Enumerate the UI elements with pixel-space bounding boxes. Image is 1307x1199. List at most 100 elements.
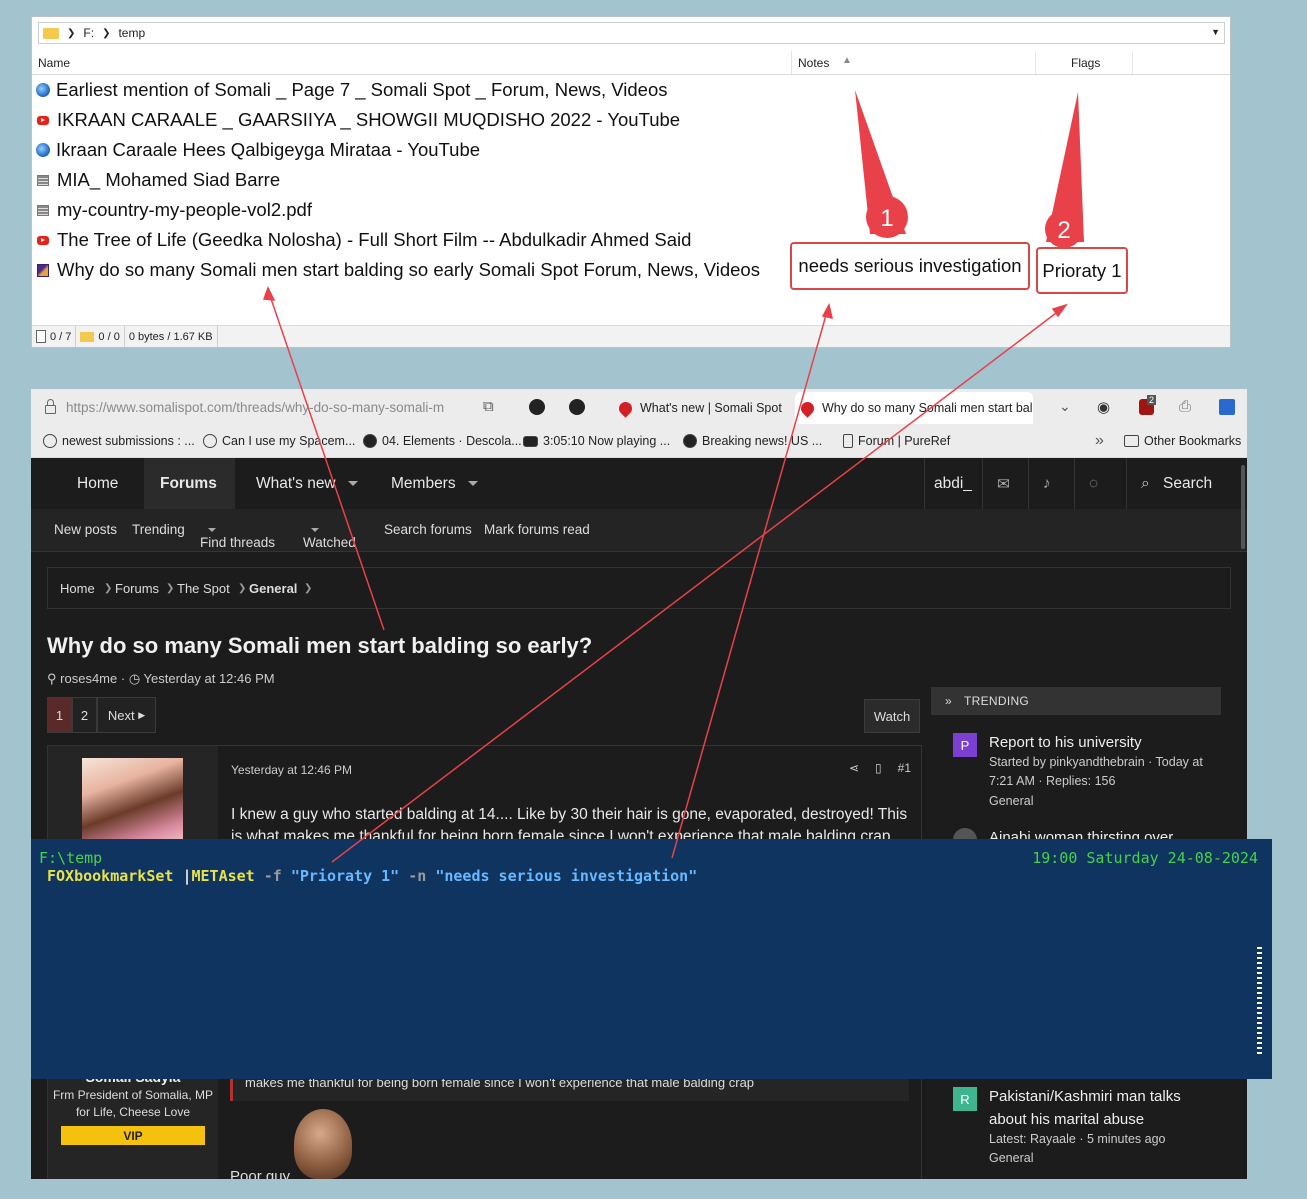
post-number[interactable]: #1 [898, 761, 911, 775]
globe-icon [36, 83, 50, 97]
file-row[interactable]: IKRAAN CARAALE _ GAARSIIYA _ SHOWGII MUQ… [36, 106, 680, 134]
trending-sub: Latest: Rayaale · 5 minutes ago [989, 1132, 1166, 1146]
subnav-find-threads[interactable]: Find threads [200, 522, 275, 550]
bookmark-item[interactable]: Forum | PureRef [843, 434, 950, 448]
terminal-window[interactable]: F:\temp 19:00 Saturday 24-08-2024 FOXboo… [31, 839, 1272, 1079]
video-icon [523, 435, 538, 447]
thread-meta: ⚲ roses4me · ◷ Yesterday at 12:46 PM [47, 671, 275, 686]
breadcrumb-folder[interactable]: temp [118, 26, 145, 40]
dropdown-arrow-icon[interactable]: ▼ [1211, 27, 1220, 37]
pureref-icon [843, 434, 853, 448]
nav-forums[interactable]: Forums [160, 475, 217, 493]
chevron-down-icon[interactable]: ⌄ [1059, 398, 1071, 415]
crumb-home[interactable]: Home [60, 581, 95, 596]
status-bar: 0 / 7 0 / 0 0 bytes / 1.67 KB [32, 325, 1230, 347]
terminal-command[interactable]: FOXbookmarkSet |METAset -f "Prioraty 1" … [47, 867, 697, 885]
terminal-scrollbar[interactable] [1257, 947, 1262, 1057]
folder-icon [80, 331, 95, 342]
nav-user[interactable]: abdi_ [934, 475, 972, 493]
subnav-watched[interactable]: Watched [303, 522, 356, 550]
bookmark-icon[interactable]: ▯ [875, 761, 882, 775]
terminal-path: F:\temp [39, 849, 103, 867]
page-1[interactable]: 1 [47, 697, 72, 733]
caret-down-icon [467, 481, 478, 486]
tab-whats-new[interactable]: What's new | Somali Spot | [613, 392, 785, 424]
github-icon[interactable] [569, 399, 585, 415]
nav-members[interactable]: Members [391, 475, 478, 493]
file-row[interactable]: Earliest mention of Somali _ Page 7 _ So… [36, 76, 668, 104]
trending-title[interactable]: Pakistani/Kashmiri man talks about his m… [989, 1085, 1221, 1131]
trending-forum[interactable]: General [989, 1149, 1221, 1168]
avatar[interactable] [82, 758, 183, 848]
crumb-the-spot[interactable]: The Spot [177, 581, 230, 596]
eye-icon[interactable]: ◉ [1097, 398, 1110, 416]
bookmark-item[interactable]: 3:05:10 Now playing ... [523, 434, 670, 448]
double-chevron-icon[interactable]: » [1095, 432, 1104, 450]
search-icon[interactable]: ⌕ [1141, 475, 1150, 493]
size-total: 0 bytes / 1.67 KB [128, 330, 213, 343]
github-icon[interactable] [529, 399, 545, 415]
column-header: Name Notes ▲ Flags [32, 51, 1230, 75]
scrollbar[interactable] [1241, 465, 1245, 549]
column-notes[interactable]: Notes [798, 56, 829, 70]
double-chevron-icon: » [945, 694, 952, 708]
subnav-mark-read[interactable]: Mark forums read [484, 522, 590, 537]
printer-icon[interactable]: ⎙ [1179, 398, 1191, 415]
trending-item[interactable]: P Report to his university Started by pi… [953, 731, 1223, 811]
tab-active-thread[interactable]: Why do so many Somali men start bal [795, 392, 1033, 424]
map-pin-icon [616, 398, 635, 418]
page-2[interactable]: 2 [72, 697, 97, 733]
file-row[interactable]: The Tree of Life (Geedka Nolosha) - Full… [36, 226, 691, 254]
column-name[interactable]: Name [38, 56, 70, 70]
subnav-trending[interactable]: Trending [132, 522, 185, 537]
url-bar[interactable]: https://www.somalispot.com/threads/why-d… [45, 399, 444, 415]
next-page-button[interactable]: Next ▶ [97, 697, 156, 733]
column-flags[interactable]: Flags [1071, 56, 1100, 70]
file-row[interactable]: Why do so many Somali men start balding … [36, 256, 760, 284]
nav-search[interactable]: Search [1163, 475, 1212, 493]
flags-cell[interactable]: Prioraty 1 [1036, 247, 1128, 294]
trending-title[interactable]: Report to his university [989, 731, 1221, 754]
url-text[interactable]: https://www.somalispot.com/threads/why-d… [66, 400, 444, 415]
address-bar[interactable]: ❯ F: ❯ temp ▼ [38, 22, 1225, 44]
nav-whats-new[interactable]: What's new [256, 475, 358, 493]
file-row[interactable]: Ikraan Caraale Hees Qalbigeyga Mirataa -… [36, 136, 480, 164]
breadcrumb: Home ❯ Forums ❯ The Spot ❯ General ❯ [47, 567, 1231, 609]
crumb-forums[interactable]: Forums [115, 581, 159, 596]
file-row[interactable]: my-country-my-people-vol2.pdf [36, 196, 312, 224]
other-bookmarks[interactable]: Other Bookmarks [1124, 434, 1241, 448]
trending-item[interactable]: R Pakistani/Kashmiri man talks about his… [953, 1085, 1223, 1169]
thread-time[interactable]: Yesterday at 12:46 PM [144, 671, 275, 686]
crumb-general[interactable]: General [249, 581, 297, 596]
nav-home[interactable]: Home [77, 475, 118, 493]
lock-icon [45, 399, 56, 414]
breadcrumb-drive[interactable]: F: [83, 26, 94, 40]
subnav-new-posts[interactable]: New posts [54, 522, 117, 537]
caret-down-icon [208, 528, 216, 532]
caret-down-icon [311, 528, 319, 532]
thread-author[interactable]: roses4me [60, 671, 117, 686]
youtube-icon [37, 235, 49, 245]
bookmark-item[interactable]: newest submissions : ... [43, 434, 195, 448]
lightbulb-icon[interactable]: ◌ [1089, 475, 1098, 493]
share-icon[interactable]: ⋖ [849, 761, 859, 775]
post-reply-text: Poor guy [230, 1168, 291, 1179]
post-date[interactable]: Yesterday at 12:46 PM [231, 763, 352, 777]
bookmark-item[interactable]: Can I use my Spacem... [203, 434, 355, 448]
post-tools: ⋖ ▯ #1 [849, 761, 911, 775]
vip-badge: VIP [61, 1126, 205, 1145]
notes-cell[interactable]: needs serious investigation [790, 242, 1030, 290]
terminal-clock: 19:00 Saturday 24-08-2024 [1032, 849, 1258, 867]
envelope-icon[interactable]: ✉ [997, 475, 1010, 494]
folder-icon [43, 27, 59, 39]
bookmark-item[interactable]: Breaking news! US ... [683, 434, 822, 448]
extension-icon[interactable]: ⧉ [483, 398, 494, 415]
save-icon[interactable] [1219, 399, 1235, 415]
file-row[interactable]: MIA_ Mohamed Siad Barre [36, 166, 280, 194]
watch-button[interactable]: Watch [864, 699, 920, 733]
bookmark-item[interactable]: 04. Elements · Descola... [363, 434, 522, 448]
file-count: 0 / 7 [50, 330, 72, 343]
bell-icon[interactable]: ♪ [1043, 475, 1051, 493]
trending-forum[interactable]: General [989, 792, 1221, 811]
subnav-search-forums[interactable]: Search forums [384, 522, 472, 537]
